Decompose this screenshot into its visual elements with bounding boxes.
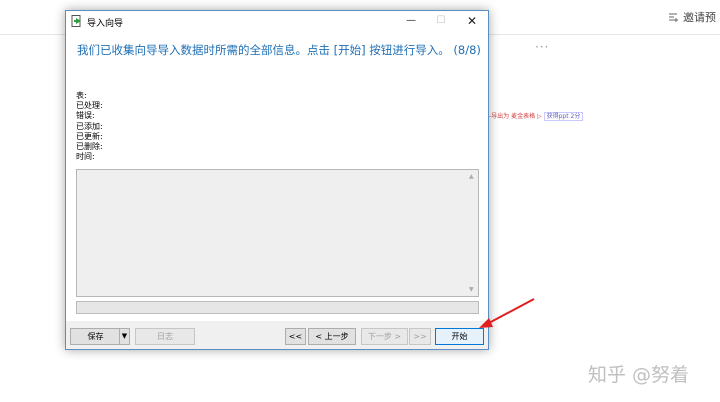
- log-scrollbar[interactable]: ▲ ▼: [468, 170, 478, 296]
- scroll-down-icon[interactable]: ▼: [469, 286, 474, 293]
- invite-text: 邀请预: [683, 11, 716, 24]
- maximize-button[interactable]: ☐: [433, 14, 449, 28]
- invite-icon: [669, 13, 678, 22]
- first-step-button[interactable]: <<: [285, 328, 306, 345]
- stat-updated: 已更新:: [76, 131, 103, 141]
- import-stats: 表: 已处理: 错误: 已添加: 已更新: 已删除: 时间:: [76, 91, 103, 162]
- stat-table: 表:: [76, 91, 87, 100]
- import-wizard-icon: [71, 15, 81, 27]
- background-snippet: /-导出为 麦金表格 ▷ 获得ppt 2分: [487, 111, 584, 121]
- last-step-button[interactable]: >>: [409, 328, 431, 345]
- previous-step-button[interactable]: < 上一步: [308, 328, 356, 345]
- log-button[interactable]: 日志: [135, 328, 195, 345]
- import-wizard-dialog: 导入向导 — ☐ ✕ 我们已收集向导导入数据时所需的全部信息。点击 [开始] 按…: [65, 10, 489, 350]
- save-dropdown-button[interactable]: ▼: [119, 328, 130, 345]
- import-progress-bar: [76, 301, 479, 314]
- save-button[interactable]: 保存: [70, 328, 121, 345]
- scroll-up-icon[interactable]: ▲: [469, 173, 474, 180]
- stat-deleted: 已删除:: [76, 142, 103, 152]
- start-button[interactable]: 开始: [435, 328, 484, 345]
- snippet-chip: 获得ppt 2分: [543, 112, 584, 121]
- more-icon[interactable]: ···: [535, 40, 549, 54]
- dialog-title: 导入向导: [87, 19, 124, 29]
- title-bar[interactable]: 导入向导 — ☐ ✕: [66, 11, 488, 32]
- stat-processed: 已处理:: [76, 101, 103, 111]
- wizard-heading: 我们已收集向导导入数据时所需的全部信息。点击 [开始] 按钮进行导入。 (8/8…: [77, 43, 481, 57]
- stat-added: 已添加:: [76, 121, 103, 131]
- watermark: 知乎 @努着: [588, 364, 690, 386]
- next-step-button[interactable]: 下一步 >: [361, 328, 408, 345]
- stat-errors: 错误:: [76, 111, 95, 121]
- close-button[interactable]: ✕: [464, 14, 480, 28]
- snippet-text: /-导出为 麦金表格 ▷: [487, 113, 542, 120]
- log-textarea[interactable]: ▲ ▼: [76, 169, 479, 297]
- minimize-button[interactable]: —: [403, 14, 419, 28]
- stat-time: 时间:: [76, 152, 95, 162]
- invite-link[interactable]: 邀请预: [668, 9, 716, 25]
- dialog-footer: 保存 ▼ 日志 << < 上一步 下一步 > >> 开始: [66, 321, 488, 349]
